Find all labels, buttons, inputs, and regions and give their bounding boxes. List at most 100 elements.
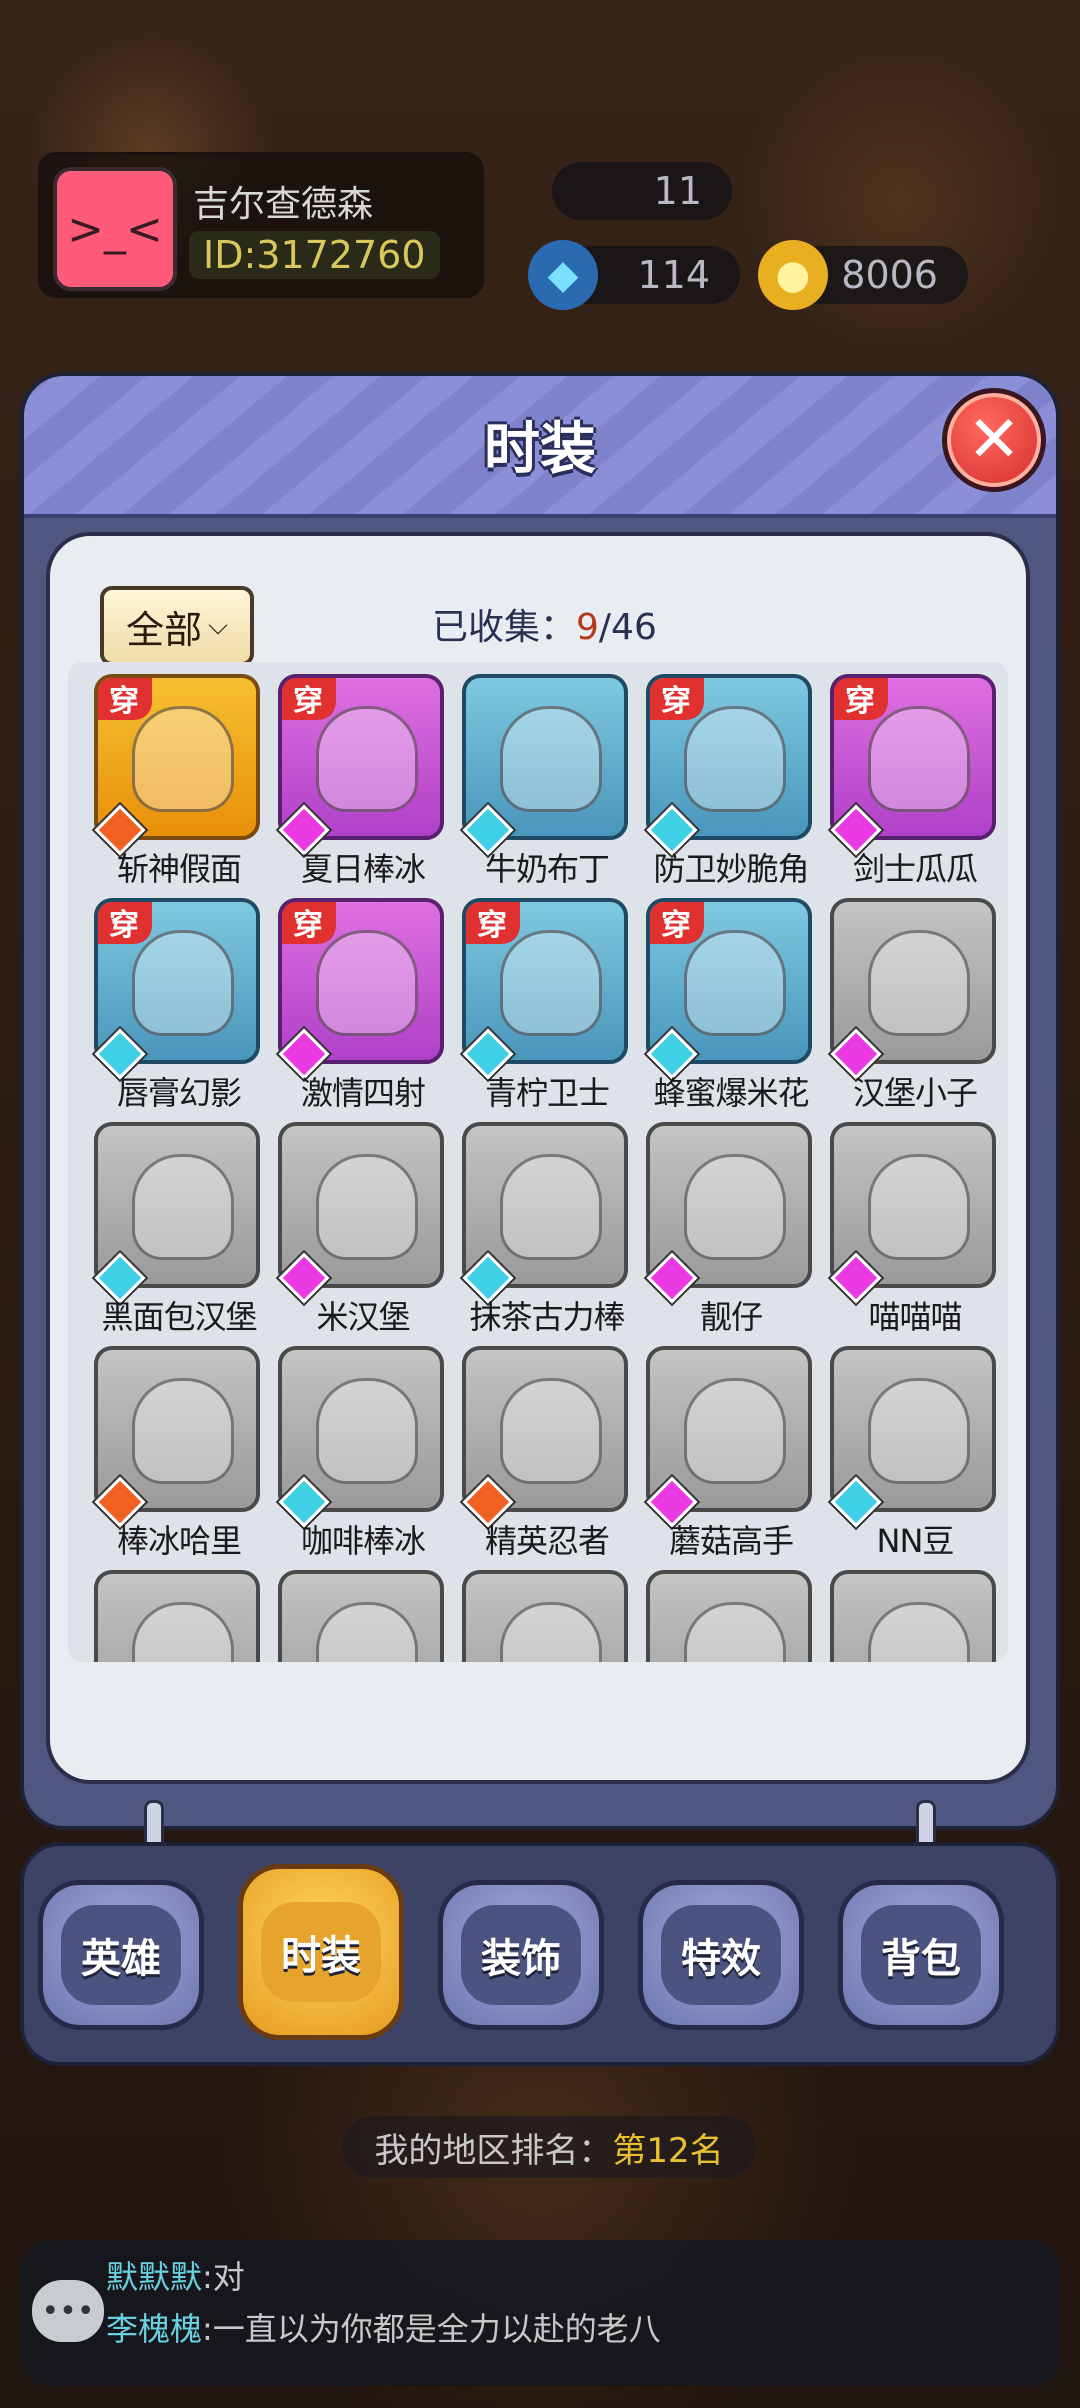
outfit-item[interactable]: 喵喵喵 (830, 1122, 1000, 1336)
rank-value: 第12名 (612, 2130, 724, 2171)
tab-label: 时装 (261, 1902, 381, 2002)
outfit-character-image (684, 930, 786, 1036)
outfit-item[interactable]: 精英忍者 (462, 1346, 632, 1560)
outfit-name: 黑面包汉堡 (101, 1298, 257, 1336)
outfit-item[interactable] (94, 1570, 264, 1662)
tab-hero[interactable]: 英雄 (38, 1880, 204, 2030)
outfit-name: 牛奶布丁 (484, 850, 610, 888)
tab-decoration[interactable]: 装饰 (438, 1880, 604, 2030)
coin-counter[interactable]: ● 8006 (758, 240, 968, 310)
outfit-item[interactable]: 穿夏日棒冰 (278, 674, 448, 888)
outfit-item[interactable]: 穿斩神假面 (94, 674, 264, 888)
outfit-item[interactable]: 牛奶布丁 (462, 674, 632, 888)
outfit-item[interactable] (278, 1570, 448, 1662)
worn-tag: 穿 (834, 678, 888, 720)
chat-message: 默默默:对 (106, 2252, 245, 2298)
outfit-name: 斩神假面 (116, 850, 242, 888)
chat-sender: 李槐槐 (106, 2310, 203, 2348)
coin-value: 8006 (841, 253, 938, 297)
outfit-item[interactable]: 黑面包汉堡 (94, 1122, 264, 1336)
tab-label: 装饰 (461, 1905, 581, 2005)
player-profile[interactable]: >_< 吉尔查德森 ID:3172760 (38, 152, 484, 298)
chat-bubble-icon[interactable]: ••• (32, 2280, 104, 2342)
outfit-item[interactable]: 穿防卫妙脆角 (646, 674, 816, 888)
outfit-item[interactable]: 穿蜂蜜爆米花 (646, 898, 816, 1112)
outfit-item[interactable] (646, 1570, 816, 1662)
modal-header: 时装 ✕ (24, 376, 1056, 518)
worn-tag: 穿 (466, 902, 520, 944)
outfit-card[interactable] (278, 1570, 444, 1662)
region-rank: 我的地区排名： 第12名 (342, 2116, 756, 2178)
level-value: 11 (653, 169, 702, 213)
outfit-item[interactable]: 蘑菇高手 (646, 1346, 816, 1560)
outfit-card[interactable] (646, 1570, 812, 1662)
outfit-name: 米汉堡 (316, 1298, 410, 1336)
rank-label: 我的地区排名： (374, 2130, 613, 2171)
tab-label: 特效 (661, 1905, 781, 2005)
level-counter: 11 (552, 162, 732, 220)
outfit-character-image (500, 1378, 602, 1484)
tab-effects[interactable]: 特效 (638, 1880, 804, 2030)
outfit-item[interactable]: 抹茶古力棒 (462, 1122, 632, 1336)
outfit-character-image (132, 930, 234, 1036)
chat-message: 李槐槐:一直以为你都是全力以赴的老八 (106, 2304, 661, 2350)
outfit-character-image (316, 1154, 418, 1260)
collection-label: 已收集： (432, 607, 577, 648)
worn-tag: 穿 (98, 678, 152, 720)
outfit-item[interactable]: 汉堡小子 (830, 898, 1000, 1112)
modal-title: 时装 (484, 417, 596, 482)
chat-sender: 默默默 (106, 2258, 203, 2296)
outfit-item[interactable] (830, 1570, 1000, 1662)
chat-text: :对 (202, 2258, 245, 2296)
outfit-name: 青柠卫士 (484, 1074, 610, 1112)
chat-box[interactable]: ••• 默默默:对 李槐槐:一直以为你都是全力以赴的老八 (20, 2240, 1060, 2386)
outfit-character-image (132, 706, 234, 812)
outfit-character-image (868, 1602, 970, 1662)
filter-dropdown[interactable]: 全部 ⌵ (100, 586, 254, 666)
outfit-character-image (684, 1378, 786, 1484)
outfit-name: 靓仔 (699, 1298, 763, 1336)
gem-counter[interactable]: ◆ 114 (528, 240, 740, 310)
worn-tag: 穿 (650, 902, 704, 944)
outfit-item[interactable]: 穿剑士瓜瓜 (830, 674, 1000, 888)
outfit-item[interactable]: 穿唇膏幻影 (94, 898, 264, 1112)
diamond-icon: ◆ (528, 240, 598, 310)
worn-tag: 穿 (282, 902, 336, 944)
outfit-name: 汉堡小子 (852, 1074, 978, 1112)
outfit-name: 剑士瓜瓜 (852, 850, 978, 888)
outfit-item[interactable]: 棒冰哈里 (94, 1346, 264, 1560)
collection-counter: 已收集：9/46 (432, 598, 657, 650)
outfit-grid-scroll[interactable]: 穿斩神假面穿夏日棒冰 牛奶布丁穿防卫妙脆角穿剑士瓜瓜穿唇膏幻影穿激情四射穿青柠卫士… (68, 662, 1008, 1662)
outfit-item[interactable]: 穿激情四射 (278, 898, 448, 1112)
outfit-name: 咖啡棒冰 (300, 1522, 426, 1560)
outfit-name: 喵喵喵 (868, 1298, 962, 1336)
outfit-item[interactable]: 靓仔 (646, 1122, 816, 1336)
outfit-name: 蜂蜜爆米花 (653, 1074, 809, 1112)
outfit-name: 抹茶古力棒 (469, 1298, 625, 1336)
outfit-name: 激情四射 (300, 1074, 426, 1112)
collection-current: 9 (576, 607, 599, 648)
outfit-character-image (684, 706, 786, 812)
close-icon: ✕ (967, 403, 1021, 477)
close-button[interactable]: ✕ (942, 388, 1046, 492)
tab-bag[interactable]: 背包 (838, 1880, 1004, 2030)
tab-label: 背包 (861, 1905, 981, 2005)
chat-text: :一直以为你都是全力以赴的老八 (202, 2310, 661, 2348)
outfit-item[interactable]: NN豆 (830, 1346, 1000, 1560)
player-id: ID:3172760 (189, 231, 440, 279)
outfit-card[interactable] (462, 1570, 628, 1662)
worn-tag: 穿 (650, 678, 704, 720)
outfit-item[interactable]: 米汉堡 (278, 1122, 448, 1336)
outfit-item[interactable]: 咖啡棒冰 (278, 1346, 448, 1560)
tab-outfit[interactable]: 时装 (238, 1864, 404, 2040)
outfit-card[interactable] (94, 1570, 260, 1662)
outfit-item[interactable] (462, 1570, 632, 1662)
outfit-item[interactable]: 穿青柠卫士 (462, 898, 632, 1112)
outfit-name: 防卫妙脆角 (653, 850, 809, 888)
coin-icon: ● (758, 240, 828, 310)
outfit-card[interactable] (830, 1570, 996, 1662)
outfit-character-image (500, 706, 602, 812)
collection-total: /46 (598, 607, 657, 648)
outfit-name: NN豆 (876, 1522, 955, 1560)
outfit-character-image (684, 1154, 786, 1260)
